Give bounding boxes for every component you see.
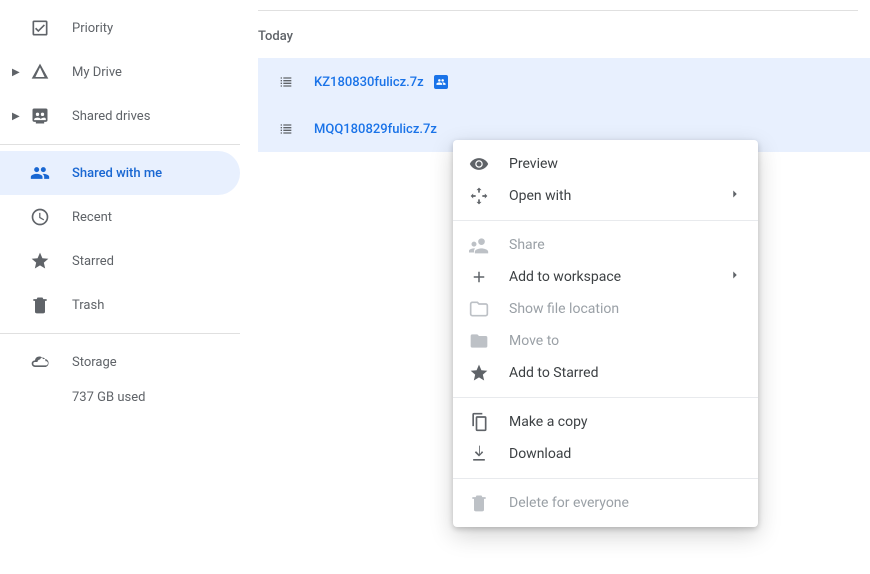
sidebar-item-label: Starred — [72, 254, 114, 269]
menu-item-label: Open with — [509, 188, 728, 204]
menu-item-download[interactable]: Download — [453, 438, 758, 470]
download-icon — [469, 444, 489, 464]
sidebar-item-label: Trash — [72, 298, 104, 313]
menu-item-show-file-location: Show file location — [453, 293, 758, 325]
section-header-today: Today — [258, 11, 870, 58]
chevron-right-icon[interactable]: ▶ — [12, 111, 24, 122]
sidebar-item-label: My Drive — [72, 65, 122, 80]
menu-item-label: Add to Starred — [509, 365, 742, 381]
menu-separator — [453, 220, 758, 221]
sidebar-item-label: Shared with me — [72, 166, 162, 181]
file-type-icon — [278, 121, 294, 137]
eye-icon — [469, 154, 489, 174]
menu-item-label: Add to workspace — [509, 269, 728, 285]
open-with-icon — [469, 186, 489, 206]
drive-icon — [28, 60, 52, 84]
sidebar-divider — [0, 333, 240, 334]
sidebar-item-my-drive[interactable]: ▶ My Drive — [0, 50, 240, 94]
sidebar-item-label: Shared drives — [72, 109, 150, 124]
file-type-icon — [278, 74, 294, 90]
menu-item-add-to-workspace[interactable]: Add to workspace — [453, 261, 758, 293]
menu-item-label: Download — [509, 446, 742, 462]
sidebar: Priority ▶ My Drive ▶ Shared drives Shar… — [0, 0, 240, 574]
menu-item-preview[interactable]: Preview — [453, 148, 758, 180]
move-icon — [469, 331, 489, 351]
sidebar-item-label: Recent — [72, 210, 112, 225]
trash-icon — [469, 493, 489, 513]
file-row[interactable]: KZ180830fulicz.7z — [258, 58, 870, 105]
sidebar-item-recent[interactable]: Recent — [0, 195, 240, 239]
menu-item-move-to: Move to — [453, 325, 758, 357]
menu-item-open-with[interactable]: Open with — [453, 180, 758, 212]
menu-separator — [453, 478, 758, 479]
sidebar-item-starred[interactable]: Starred — [0, 239, 240, 283]
sidebar-item-shared-with-me[interactable]: Shared with me — [0, 151, 240, 195]
folder-icon — [469, 299, 489, 319]
shared-drives-icon — [28, 104, 52, 128]
menu-item-label: Delete for everyone — [509, 495, 742, 511]
sidebar-item-trash[interactable]: Trash — [0, 283, 240, 327]
menu-item-label: Move to — [509, 333, 742, 349]
priority-icon — [28, 16, 52, 40]
sidebar-divider — [0, 144, 240, 145]
chevron-right-icon — [728, 187, 742, 205]
share-icon — [469, 235, 489, 255]
menu-item-add-to-starred[interactable]: Add to Starred — [453, 357, 758, 389]
shared-icon — [28, 161, 52, 185]
menu-item-delete-for-everyone: Delete for everyone — [453, 487, 758, 519]
storage-used-text: 737 GB used — [72, 390, 240, 405]
context-menu: Preview Open with Share Add to workspace… — [453, 140, 758, 527]
menu-item-share: Share — [453, 229, 758, 261]
plus-icon — [469, 267, 489, 287]
sidebar-item-storage[interactable]: Storage — [0, 340, 240, 384]
copy-icon — [469, 412, 489, 432]
menu-separator — [453, 397, 758, 398]
menu-item-make-a-copy[interactable]: Make a copy — [453, 406, 758, 438]
sidebar-item-priority[interactable]: Priority — [0, 6, 240, 50]
sidebar-item-label: Priority — [72, 21, 113, 36]
file-name: KZ180830fulicz.7z — [314, 75, 424, 90]
chevron-right-icon — [728, 268, 742, 286]
file-name: MQQ180829fulicz.7z — [314, 122, 437, 137]
cloud-icon — [28, 350, 52, 374]
trash-icon — [28, 293, 52, 317]
chevron-right-icon[interactable]: ▶ — [12, 67, 24, 78]
star-icon — [28, 249, 52, 273]
storage-usage: 737 GB used — [0, 390, 240, 405]
star-icon — [469, 363, 489, 383]
sidebar-item-label: Storage — [72, 355, 117, 370]
shared-badge-icon — [434, 75, 448, 89]
menu-item-label: Preview — [509, 156, 742, 172]
menu-item-label: Make a copy — [509, 414, 742, 430]
menu-item-label: Share — [509, 237, 742, 253]
menu-item-label: Show file location — [509, 301, 742, 317]
recent-icon — [28, 205, 52, 229]
sidebar-item-shared-drives[interactable]: ▶ Shared drives — [0, 94, 240, 138]
